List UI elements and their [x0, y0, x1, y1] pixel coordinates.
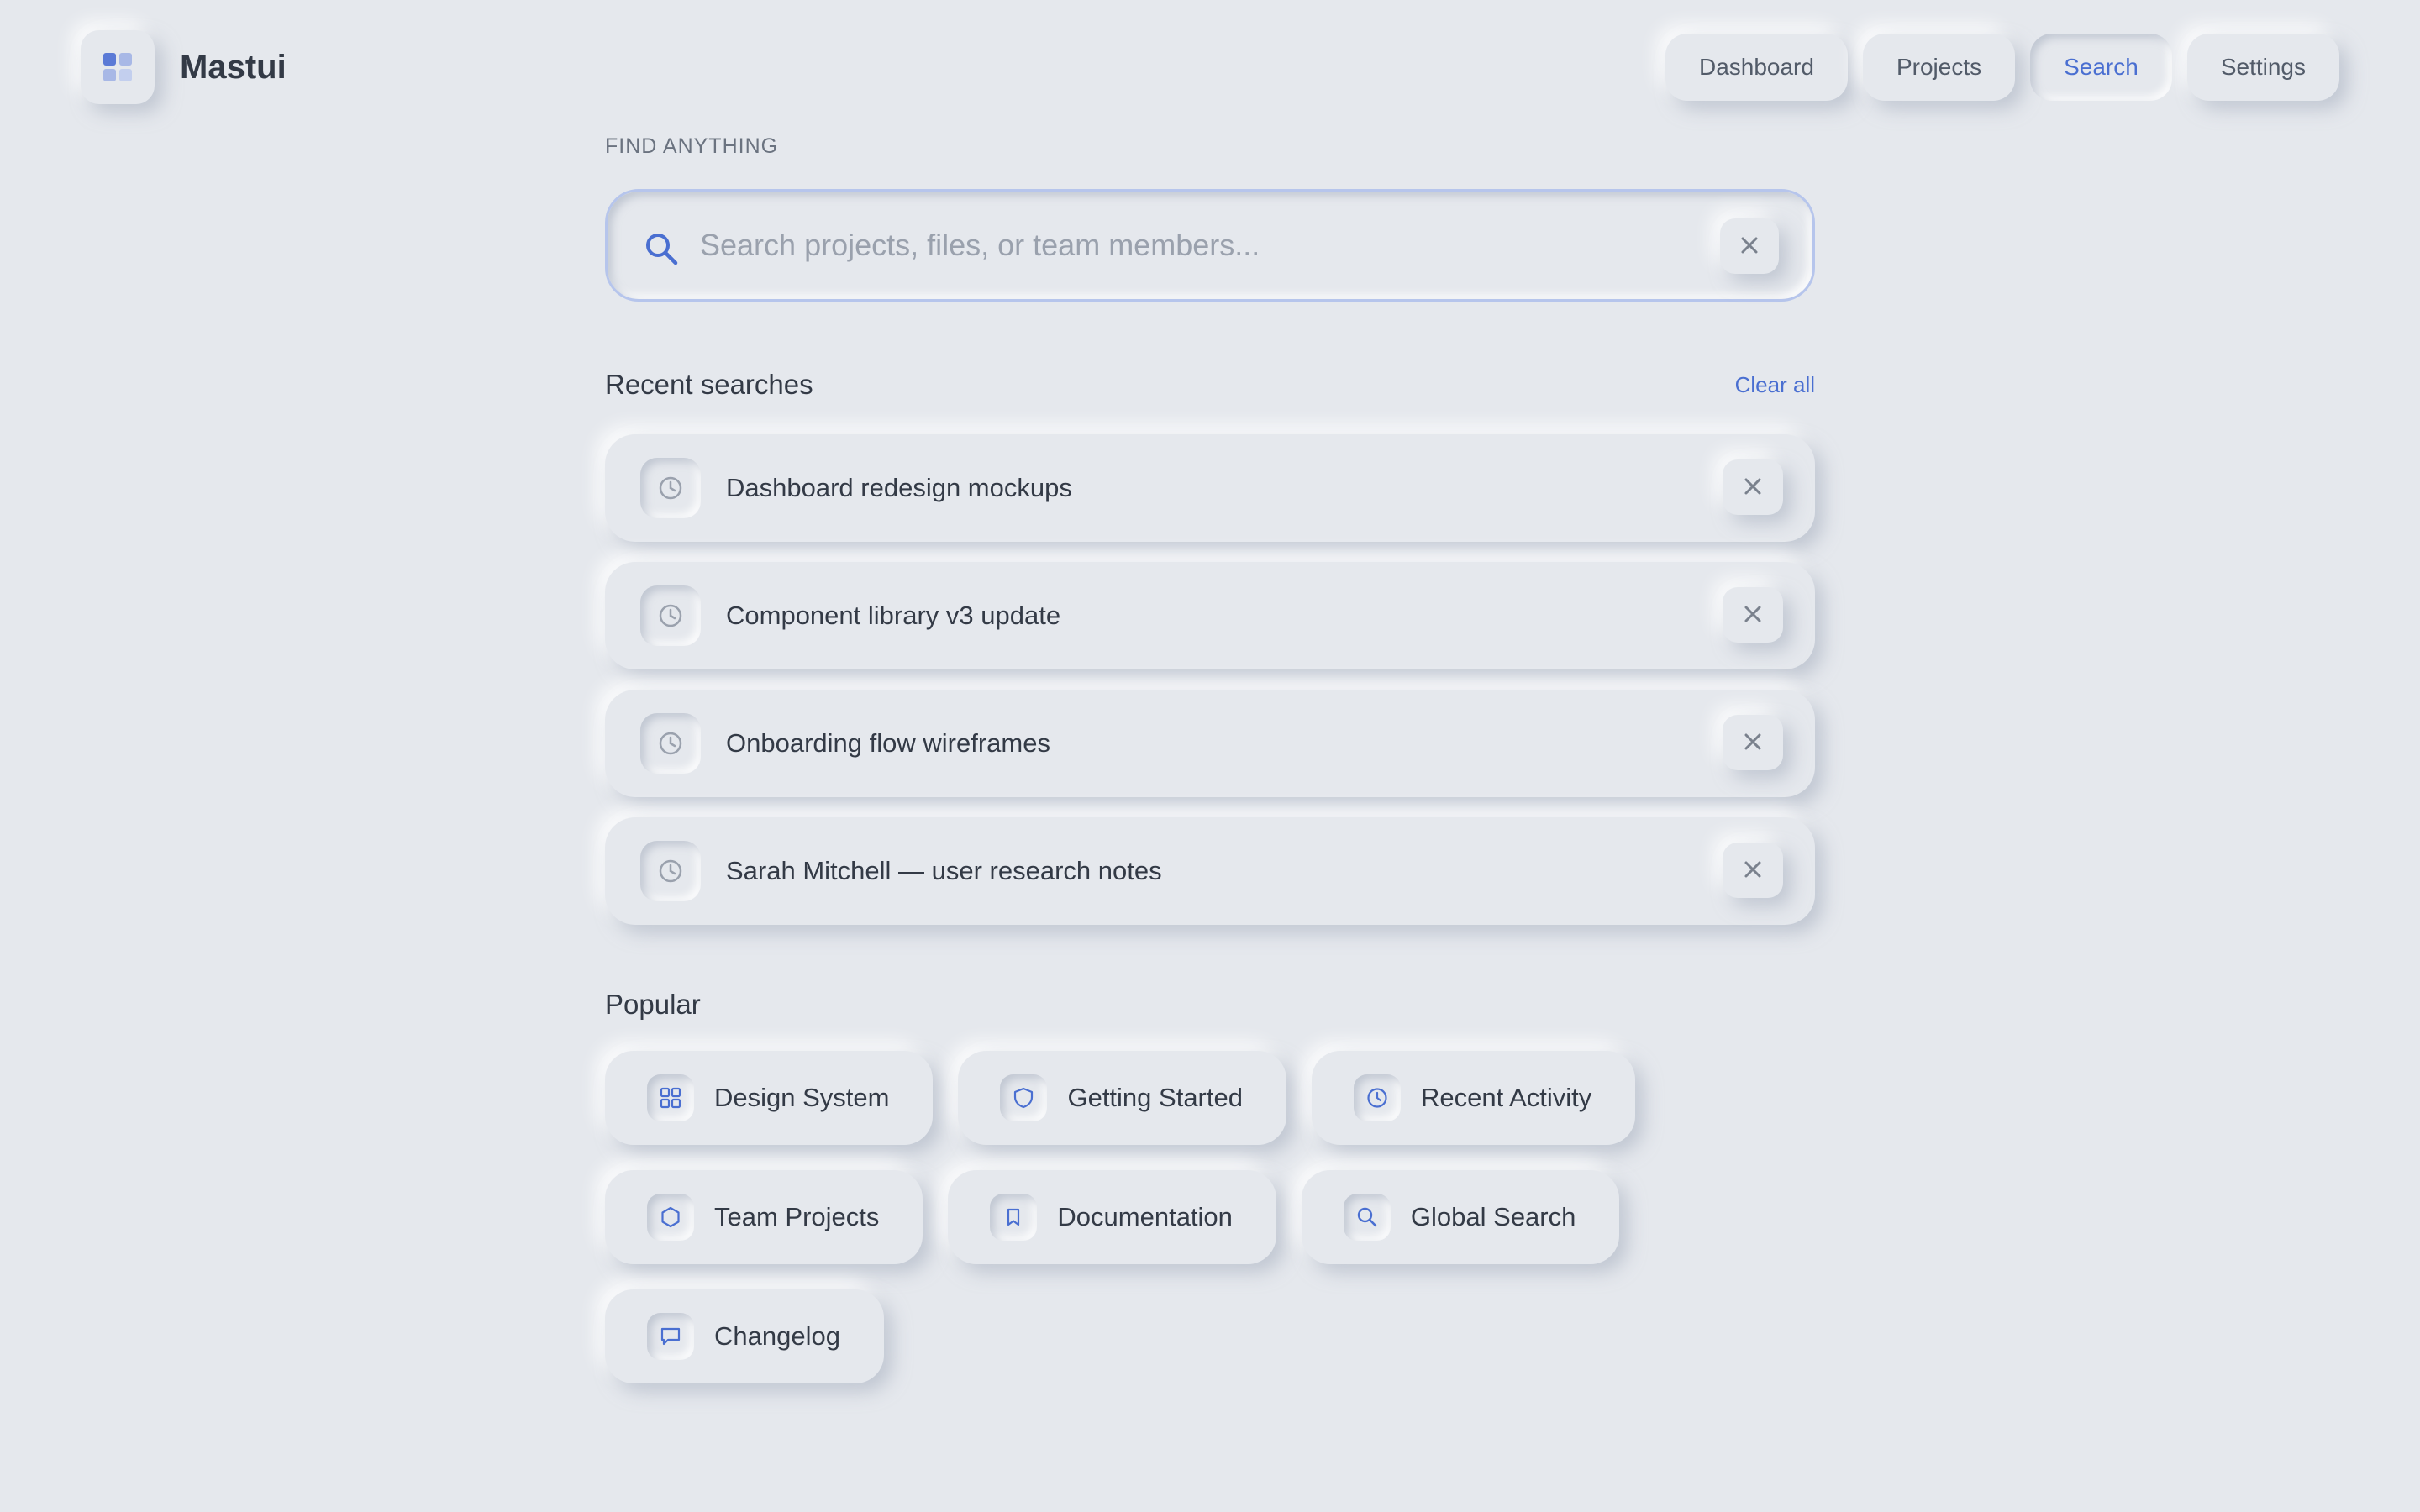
recent-searches-header: Recent searches Clear all	[605, 369, 1815, 401]
grid-icon	[647, 1074, 694, 1121]
popular-chips: Design System Getting Started Recent Act…	[605, 1051, 1815, 1383]
close-icon	[1744, 605, 1762, 626]
clock-icon	[640, 585, 701, 646]
nav-settings[interactable]: Settings	[2186, 34, 2339, 101]
chip-label: Design System	[714, 1083, 890, 1112]
chip-team-projects[interactable]: Team Projects	[605, 1170, 923, 1264]
chip-changelog[interactable]: Changelog	[605, 1289, 884, 1383]
search-box	[605, 189, 1815, 302]
nav-projects[interactable]: Projects	[1862, 34, 2016, 101]
shield-icon	[1000, 1074, 1048, 1121]
clock-icon	[640, 458, 701, 518]
recent-search-item[interactable]: Component library v3 update	[605, 562, 1815, 669]
close-icon	[1744, 477, 1762, 498]
recent-search-item[interactable]: Dashboard redesign mockups	[605, 434, 1815, 542]
chip-label: Global Search	[1410, 1202, 1576, 1231]
chip-documentation[interactable]: Documentation	[948, 1170, 1276, 1264]
chip-label: Team Projects	[714, 1202, 880, 1231]
popular-title: Popular	[605, 989, 701, 1020]
chip-design-system[interactable]: Design System	[605, 1051, 934, 1145]
remove-recent-button[interactable]	[1723, 715, 1783, 770]
close-icon	[1744, 860, 1762, 881]
chip-label: Getting Started	[1067, 1083, 1243, 1112]
chip-label: Recent Activity	[1420, 1083, 1592, 1112]
search-eyebrow: FIND ANYTHING	[605, 134, 779, 158]
grid-logo-icon[interactable]	[81, 30, 155, 104]
recent-searches-title: Recent searches	[605, 369, 813, 400]
clear-all-link[interactable]: Clear all	[1735, 372, 1815, 398]
chat-icon	[647, 1313, 694, 1360]
chip-recent-activity[interactable]: Recent Activity	[1311, 1051, 1636, 1145]
main-content: FIND ANYTHING Recent searches	[605, 134, 1815, 1383]
nav-dashboard[interactable]: Dashboard	[1665, 34, 1848, 101]
close-icon	[1740, 236, 1759, 257]
close-icon	[1744, 732, 1762, 753]
brand: Mastui	[81, 30, 287, 104]
chip-row: Design System Getting Started Recent Act…	[605, 1051, 1815, 1145]
clock-icon	[640, 713, 701, 774]
nav-search[interactable]: Search	[2030, 34, 2172, 101]
chip-label: Changelog	[714, 1321, 840, 1351]
chip-row: Changelog	[605, 1289, 1815, 1383]
app-name: Mastui	[180, 48, 287, 86]
remove-recent-button[interactable]	[1723, 459, 1783, 515]
recent-search-item[interactable]: Onboarding flow wireframes	[605, 690, 1815, 797]
hexagon-icon	[647, 1194, 694, 1241]
remove-recent-button[interactable]	[1723, 587, 1783, 643]
recent-search-label: Onboarding flow wireframes	[726, 728, 1050, 758]
clock-icon	[1353, 1074, 1401, 1121]
bookmark-icon	[990, 1194, 1038, 1241]
search-input[interactable]	[700, 192, 1658, 299]
recent-searches-list: Dashboard redesign mockups Component lib…	[605, 434, 1815, 925]
search-page: Mastui Dashboard Projects Search Setting…	[0, 0, 2420, 1512]
recent-search-label: Component library v3 update	[726, 601, 1061, 630]
search-icon	[644, 232, 678, 270]
clear-search-button[interactable]	[1720, 218, 1779, 274]
chip-global-search[interactable]: Global Search	[1301, 1170, 1620, 1264]
chip-row: Team Projects Documentation Global Searc…	[605, 1170, 1815, 1264]
top-nav: Dashboard Projects Search Settings	[1665, 34, 2339, 101]
chip-label: Documentation	[1057, 1202, 1233, 1231]
recent-search-label: Sarah Mitchell — user research notes	[726, 856, 1162, 885]
chip-getting-started[interactable]: Getting Started	[958, 1051, 1286, 1145]
clock-icon	[640, 841, 701, 901]
remove-recent-button[interactable]	[1723, 843, 1783, 898]
recent-search-item[interactable]: Sarah Mitchell — user research notes	[605, 817, 1815, 925]
recent-search-label: Dashboard redesign mockups	[726, 473, 1072, 502]
search-icon	[1343, 1194, 1391, 1241]
